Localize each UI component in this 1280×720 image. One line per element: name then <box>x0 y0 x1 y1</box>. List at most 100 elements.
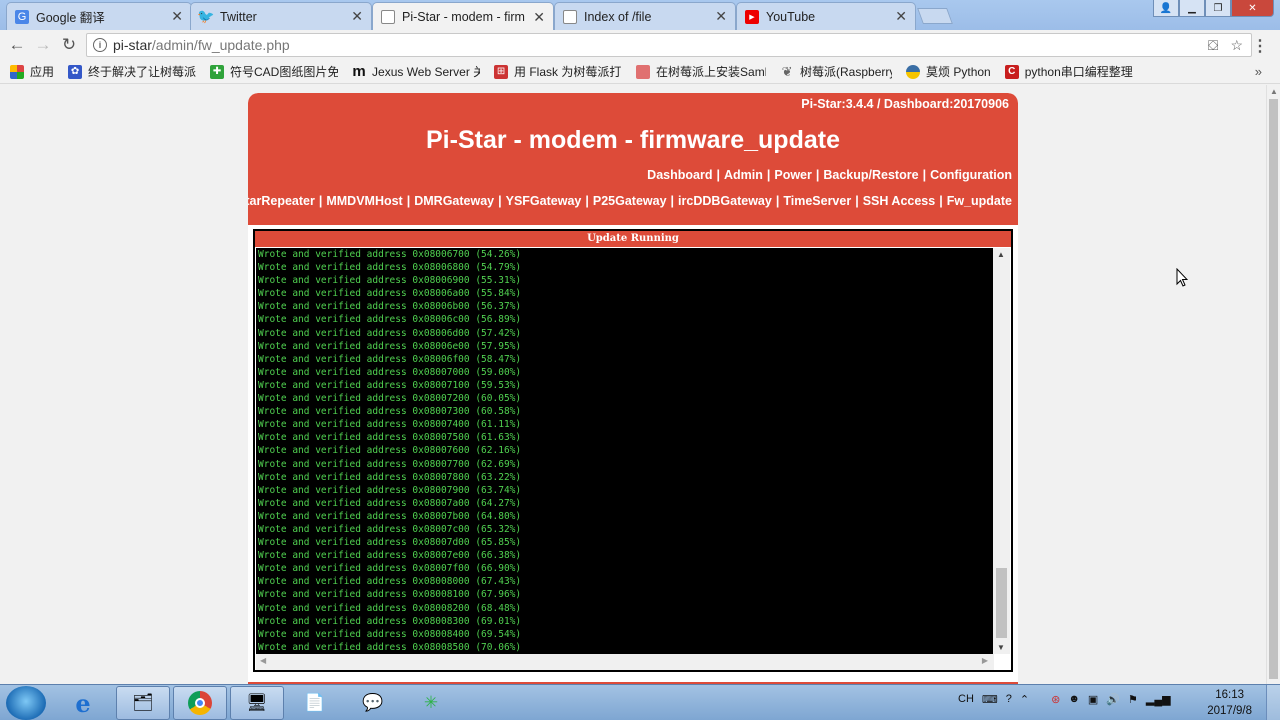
nav-link-timeserver[interactable]: TimeServer <box>783 194 851 208</box>
nav-link-dstarrepeater[interactable]: DStarRepeater <box>248 194 315 208</box>
notepad-icon[interactable]: 📄 <box>288 686 342 720</box>
volume-icon[interactable]: 🔊 <box>1106 693 1120 706</box>
nav-link-backup-restore[interactable]: Backup/Restore <box>823 168 918 182</box>
url-path: /admin/fw_update.php <box>151 37 290 53</box>
bookmark-item[interactable]: C python串口编程整理 <box>1004 63 1133 80</box>
nav-separator: | <box>716 168 720 182</box>
device-icon[interactable]: ▣ <box>1088 693 1098 706</box>
help-icon[interactable]: ? <box>1006 693 1012 706</box>
nav-separator: | <box>775 194 780 208</box>
explorer-icon[interactable]: 🗂 <box>116 686 170 720</box>
profile-icon[interactable]: 👤 <box>1153 0 1179 17</box>
scroll-up-icon[interactable]: ▲ <box>997 250 1005 259</box>
minimize-button[interactable]: ▁ <box>1179 0 1205 17</box>
show-desktop-button[interactable] <box>1266 685 1280 720</box>
star-icon[interactable]: ☆ <box>1230 37 1243 54</box>
nav-link-configuration[interactable]: Configuration <box>930 168 1012 182</box>
close-window-button[interactable]: ✕ <box>1231 0 1274 17</box>
version-text: Pi-Star:3.4.4 / Dashboard:20170906 <box>801 97 1009 111</box>
bookmark-label: Jexus Web Server 关 <box>372 65 481 79</box>
scrollbar-thumb[interactable] <box>996 568 1007 638</box>
nav-link-p25gateway[interactable]: P25Gateway <box>593 194 667 208</box>
remote-desktop-icon[interactable]: 🖥 <box>230 686 284 720</box>
page-vertical-scrollbar[interactable]: ▲ <box>1266 85 1280 684</box>
tray-expand-icon[interactable]: ⌃ <box>1020 693 1029 706</box>
scroll-right-icon[interactable]: ▶ <box>982 656 988 665</box>
console-output[interactable]: Wrote and verified address 0x08006700 (5… <box>256 248 994 654</box>
scroll-left-icon[interactable]: ◀ <box>260 656 266 665</box>
close-icon[interactable]: ✕ <box>533 9 545 26</box>
youtube-icon: ▶ <box>745 9 759 24</box>
bookmark-apps[interactable]: 应用 <box>10 63 54 80</box>
console-log-line: Wrote and verified address 0x08008500 (7… <box>258 641 522 653</box>
console-log-line: Wrote and verified address 0x08008200 (6… <box>258 602 522 614</box>
console-log-line: Wrote and verified address 0x08007e00 (6… <box>258 550 522 562</box>
menu-icon[interactable]: ⋮ <box>1252 36 1268 56</box>
forward-icon[interactable]: → <box>30 35 56 55</box>
tab-youtube[interactable]: ▶ YouTube ✕ <box>736 2 916 30</box>
page-icon <box>381 10 395 24</box>
nav-link-ysfgateway[interactable]: YSFGateway <box>506 194 582 208</box>
console-vertical-scrollbar[interactable]: ▲ ▼ <box>993 248 1010 654</box>
apps-grid-icon <box>10 64 24 79</box>
scrollbar-thumb[interactable] <box>1269 99 1278 679</box>
console-log-line: Wrote and verified address 0x08007c00 (6… <box>258 523 522 535</box>
tab-pi-star[interactable]: Pi-Star - modem - firm ✕ <box>372 2 554 31</box>
bookmark-item[interactable]: m Jexus Web Server 关 <box>352 63 480 80</box>
ie-icon[interactable]: e <box>56 686 110 720</box>
address-bar[interactable]: i pi-star /admin/fw_update.php ⛋ ☆ <box>86 33 1252 57</box>
maximize-button[interactable]: ❐ <box>1205 0 1231 17</box>
bookmark-item[interactable]: 在树莓派上安装Saml <box>636 63 766 80</box>
antivirus-icon[interactable]: ⊛ <box>1051 693 1060 706</box>
back-icon[interactable]: ← <box>4 35 30 55</box>
nav-link-ircddbgateway[interactable]: ircDDBGateway <box>678 194 772 208</box>
console-log-line: Wrote and verified address 0x08006800 (5… <box>258 262 522 274</box>
nav-link-power[interactable]: Power <box>774 168 812 182</box>
translate-icon[interactable]: ⛋ <box>1208 37 1219 54</box>
close-icon[interactable]: ✕ <box>351 8 363 25</box>
nav-link-mmdvmhost[interactable]: MMDVMHost <box>326 194 402 208</box>
flag-icon[interactable]: ⚑ <box>1128 693 1138 706</box>
nav-link-admin[interactable]: Admin <box>724 168 763 182</box>
nav-link-ssh-access[interactable]: SSH Access <box>863 194 936 208</box>
nav-link-dmrgateway[interactable]: DMRGateway <box>414 194 494 208</box>
chrome-icon[interactable] <box>173 686 227 720</box>
network-icon[interactable]: ▂▄▆ <box>1146 693 1171 706</box>
clock[interactable]: 16:13 2017/9/8 <box>1207 687 1252 719</box>
reload-icon[interactable]: ↻ <box>56 35 82 55</box>
input-language[interactable]: CH <box>958 693 974 706</box>
page-title: Pi-Star - modem - firmware_update <box>426 126 840 154</box>
wechat-icon[interactable]: 💬 <box>346 686 400 720</box>
console-log-line: Wrote and verified address 0x08008000 (6… <box>258 576 522 588</box>
info-icon[interactable]: i <box>93 38 107 52</box>
scroll-down-icon[interactable]: ▼ <box>997 643 1005 652</box>
new-tab-button[interactable] <box>917 8 953 24</box>
tab-index-of-file[interactable]: Index of /file ✕ <box>554 2 736 30</box>
console-log-line: Wrote and verified address 0x08006c00 (5… <box>258 314 522 326</box>
console-log-line: Wrote and verified address 0x08007f00 (6… <box>258 563 522 575</box>
bookmark-item[interactable]: ✿ 终于解决了让树莓派... <box>68 63 196 80</box>
keyboard-icon[interactable]: ⌨ <box>982 693 998 706</box>
nav-link-dashboard[interactable]: Dashboard <box>647 168 712 182</box>
bookmark-item[interactable]: 莫烦 Python <box>906 63 991 80</box>
bookmark-item[interactable]: ⊞ 用 Flask 为树莓派打... <box>494 63 622 80</box>
tab-title: Twitter <box>220 9 257 24</box>
close-icon[interactable]: ✕ <box>715 8 727 25</box>
tab-twitter[interactable]: 🐦 Twitter ✕ <box>190 2 372 30</box>
nav-link-fw-update[interactable]: Fw_update <box>947 194 1012 208</box>
browser-toolbar: ← → ↻ i pi-star /admin/fw_update.php ⛋ ☆ <box>0 30 1280 60</box>
console-log-line: Wrote and verified address 0x08007600 (6… <box>258 445 522 457</box>
qq-icon[interactable]: ☻ <box>1068 693 1080 706</box>
scroll-up-icon[interactable]: ▲ <box>1270 87 1278 96</box>
console-horizontal-scrollbar[interactable]: ◀ ▶ <box>256 654 994 670</box>
close-icon[interactable]: ✕ <box>171 8 183 25</box>
start-button[interactable] <box>6 686 46 720</box>
bookmark-item[interactable]: ✚ 符号CAD图纸图片免... <box>210 63 338 80</box>
close-icon[interactable]: ✕ <box>895 8 907 25</box>
bookmarks-overflow-icon[interactable]: » <box>1255 64 1262 79</box>
nav-separator: | <box>766 168 771 182</box>
tab-google-translate[interactable]: G Google 翻译 ✕ <box>6 2 192 30</box>
bookmark-item[interactable]: ❦ 树莓派(Raspberry Pi <box>780 63 892 80</box>
nav-separator: | <box>670 194 675 208</box>
app-icon[interactable]: ✳ <box>404 686 458 720</box>
